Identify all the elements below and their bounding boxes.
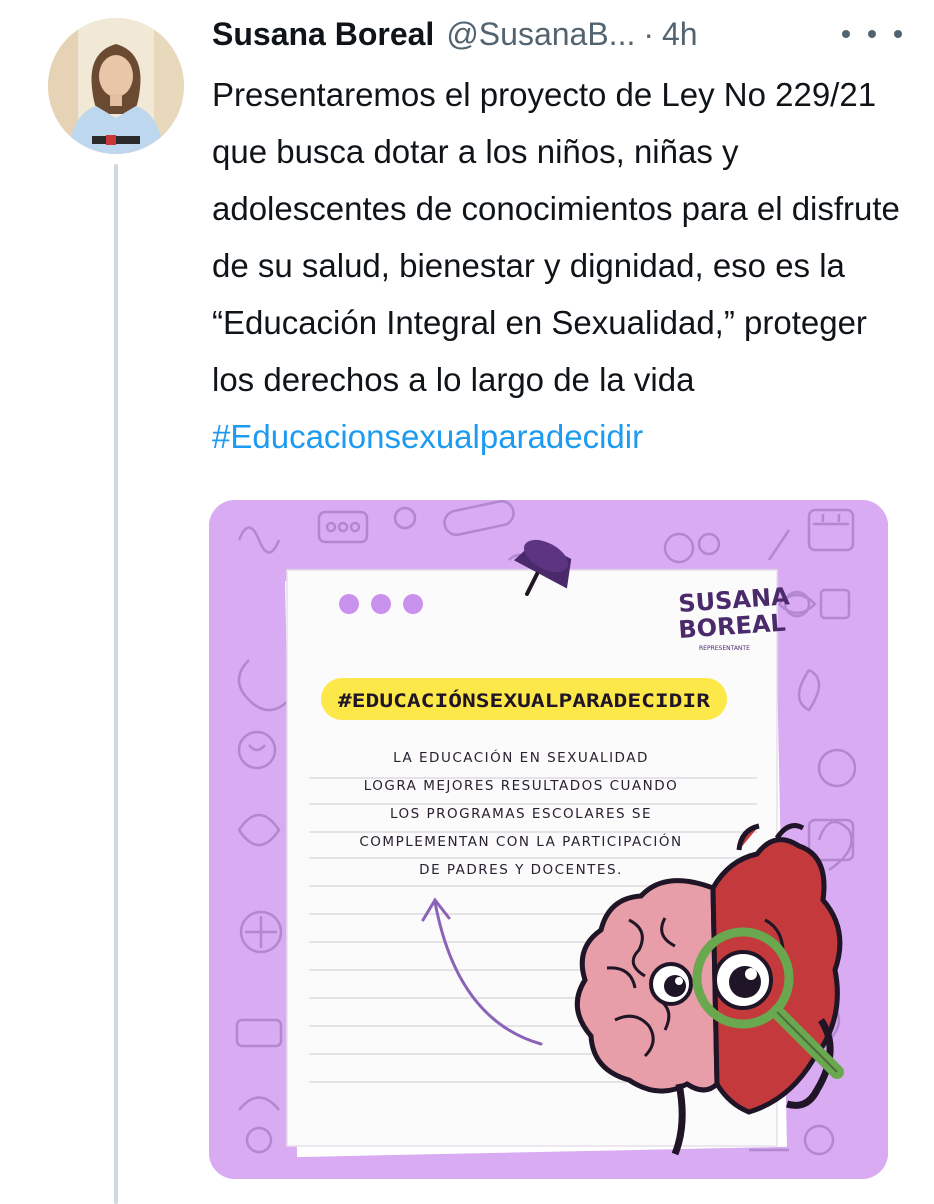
media-body-line: COMPLEMENTAN CON LA PARTICIPACIÓN	[359, 832, 682, 850]
more-options-icon[interactable]	[842, 16, 902, 52]
tweet-body-text: Presentaremos el proyecto de Ley No 229/…	[212, 76, 900, 398]
media-body-line: LOS PROGRAMAS ESCOLARES SE	[390, 806, 652, 822]
hashtag-banner-text: #EDUCACIÓNSEXUALPARADECIDIR	[338, 688, 711, 712]
tweet-media-image[interactable]: SUSANA BOREAL REPRESENTANTE #EDUCACIÓNSE…	[209, 500, 888, 1179]
thread-line	[114, 164, 118, 1204]
tweet-header: Susana Boreal @SusanaB... · 4h	[212, 12, 902, 56]
media-body-line: DE PADRES Y DOCENTES.	[419, 862, 623, 878]
media-body-line: LOGRA MEJORES RESULTADOS CUANDO	[364, 778, 679, 794]
media-body-line: LA EDUCACIÓN EN SEXUALIDAD	[393, 748, 649, 766]
avatar-image	[48, 18, 184, 154]
more-dot	[894, 30, 902, 38]
author-avatar[interactable]	[48, 18, 184, 154]
logo-sub: REPRESENTANTE	[699, 645, 750, 652]
more-dot	[868, 30, 876, 38]
tweet-timestamp[interactable]: 4h	[662, 16, 698, 53]
note-dot	[371, 594, 391, 614]
tweet-text: Presentaremos el proyecto de Ley No 229/…	[212, 66, 902, 465]
author-handle[interactable]: @SusanaB...	[446, 16, 635, 53]
media-graphic: SUSANA BOREAL REPRESENTANTE #EDUCACIÓNSE…	[209, 500, 888, 1179]
hashtag-link[interactable]: #Educacionsexualparadecidir	[212, 418, 643, 455]
separator-dot: ·	[643, 15, 654, 52]
author-name[interactable]: Susana Boreal	[212, 16, 434, 53]
note-dot	[339, 594, 359, 614]
more-dot	[842, 30, 850, 38]
note-dot	[403, 594, 423, 614]
